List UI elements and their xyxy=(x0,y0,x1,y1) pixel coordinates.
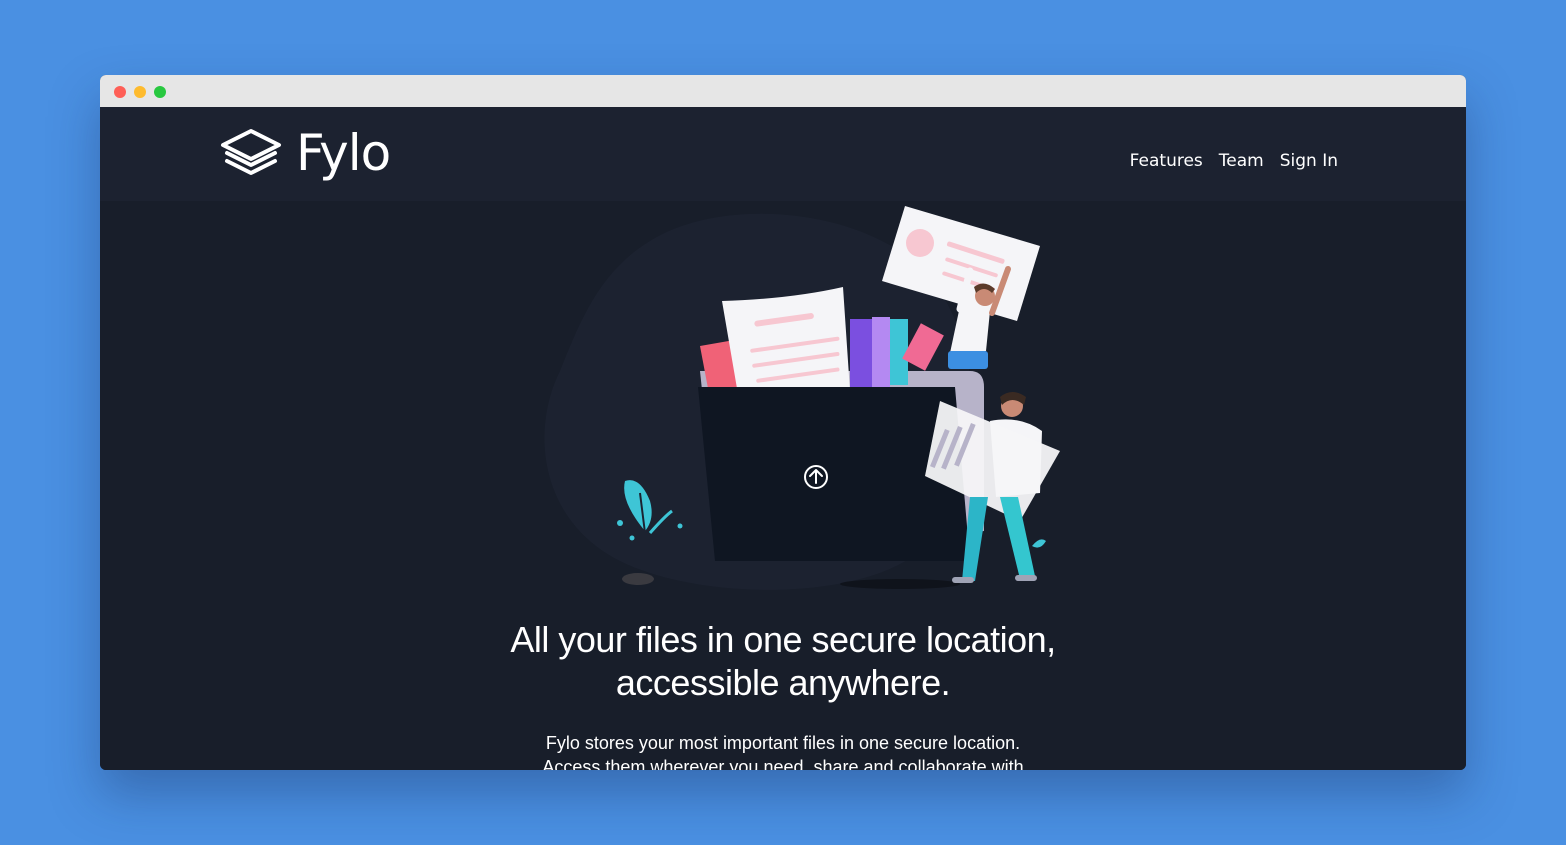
leaf-decoration xyxy=(1032,539,1046,548)
close-window-button[interactable] xyxy=(114,86,126,98)
nav-features-link[interactable]: Features xyxy=(1130,151,1203,171)
nav-team-link[interactable]: Team xyxy=(1219,151,1264,171)
hero-description-line2: Access them wherever you need, share and… xyxy=(542,757,1024,770)
main-nav: Features Team Sign In xyxy=(1130,151,1338,171)
browser-window: Fylo Features Team Sign In All your file… xyxy=(100,75,1466,770)
swatch-cyan xyxy=(890,319,908,385)
swatch-purple xyxy=(850,319,872,387)
hero-illustration xyxy=(544,206,1060,590)
hero-headline-line2: accessible anywhere. xyxy=(615,662,951,703)
nav-sign-in-link[interactable]: Sign In xyxy=(1280,151,1338,171)
site-header: Fylo Features Team Sign In xyxy=(100,107,1466,201)
stacked-layers-icon xyxy=(221,129,281,175)
hero-description: Fylo stores your most important files in… xyxy=(100,731,1466,770)
swatch-violet xyxy=(872,317,890,387)
brand-logo[interactable]: Fylo xyxy=(220,124,391,182)
window-titlebar xyxy=(100,75,1466,107)
paper-avatar-circle xyxy=(906,229,934,257)
brand-name: Fylo xyxy=(296,124,391,182)
hero-description-line1: Fylo stores your most important files in… xyxy=(545,733,1021,753)
hero-headline: All your files in one secure location, a… xyxy=(100,618,1466,704)
hero-headline-line1: All your files in one secure location, xyxy=(510,619,1056,660)
hero-section: All your files in one secure location, a… xyxy=(100,201,1466,770)
ground-shadow xyxy=(840,579,960,589)
minimize-window-button[interactable] xyxy=(134,86,146,98)
maximize-window-button[interactable] xyxy=(154,86,166,98)
